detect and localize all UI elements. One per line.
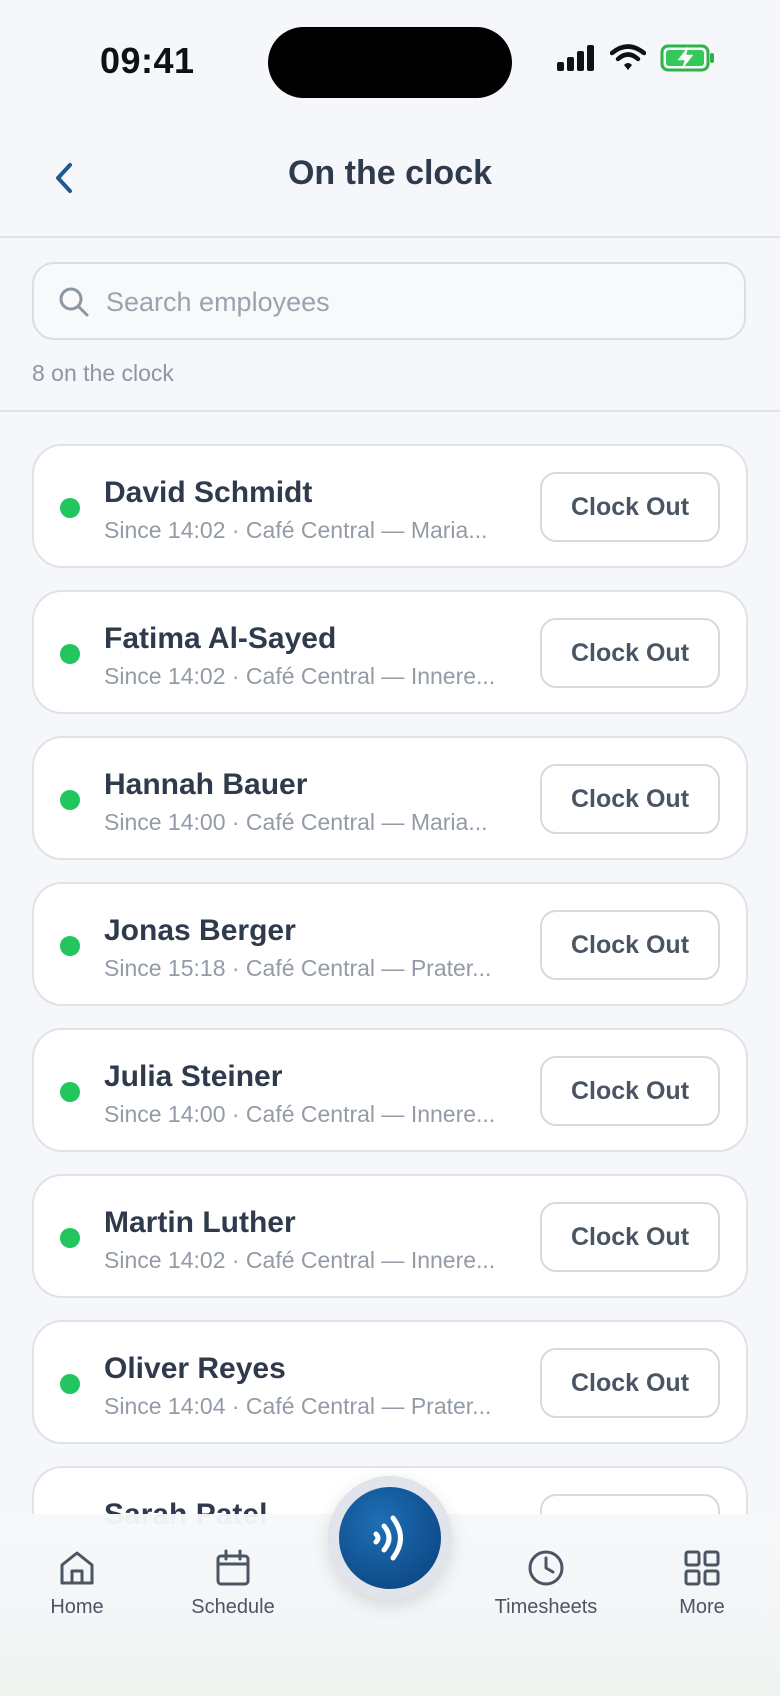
tab-timesheets[interactable]: Timesheets: [481, 1548, 611, 1619]
active-status-dot: [60, 498, 80, 518]
search-box[interactable]: [32, 262, 746, 340]
employee-list: David Schmidt Since 14:02 · Café Central…: [32, 444, 748, 1548]
active-status-dot: [60, 644, 80, 664]
employee-name: Hannah Bauer: [104, 768, 308, 801]
clock-icon: [528, 1550, 564, 1586]
dynamic-island: [268, 27, 512, 98]
clock-out-button[interactable]: Clock Out: [540, 1056, 720, 1126]
tab-label: Schedule: [191, 1596, 275, 1618]
employee-name: Fatima Al-Sayed: [104, 622, 337, 655]
employee-name: Oliver Reyes: [104, 1352, 286, 1385]
employee-shift-info: Since 14:02 · Café Central — Maria...: [104, 517, 488, 543]
tab-schedule[interactable]: Schedule: [168, 1548, 298, 1619]
status-bar: 09:41: [0, 0, 780, 120]
nfc-icon: [373, 1515, 403, 1561]
search-icon: [59, 287, 89, 317]
status-icons: [556, 44, 716, 72]
tab-label: More: [679, 1596, 725, 1618]
employee-card[interactable]: Hannah Bauer Since 14:00 · Café Central …: [32, 736, 748, 860]
tab-more[interactable]: More: [637, 1548, 767, 1619]
employee-shift-info: Since 14:00 · Café Central — Innere...: [104, 1101, 496, 1127]
active-status-dot: [60, 1374, 80, 1394]
clock-out-button[interactable]: Clock Out: [540, 910, 720, 980]
employee-name: David Schmidt: [104, 476, 313, 509]
calendar-icon: [216, 1549, 250, 1586]
status-time: 09:41: [100, 40, 195, 81]
employee-shift-info: Since 14:04 · Café Central — Prater...: [104, 1393, 492, 1419]
header: On the clock: [0, 120, 780, 238]
employee-card[interactable]: Martin Luther Since 14:02 · Café Central…: [32, 1174, 748, 1298]
employee-name: Julia Steiner: [104, 1060, 283, 1093]
employee-card[interactable]: Jonas Berger Since 15:18 · Café Central …: [32, 882, 748, 1006]
signal-icon: [557, 45, 594, 71]
employee-card[interactable]: Fatima Al-Sayed Since 14:02 · Café Centr…: [32, 590, 748, 714]
tab-label: Timesheets: [494, 1596, 598, 1618]
employee-card[interactable]: Oliver Reyes Since 14:04 · Café Central …: [32, 1320, 748, 1444]
tab-home[interactable]: Home: [12, 1548, 142, 1619]
employee-name: Martin Luther: [104, 1206, 296, 1239]
search-input[interactable]: [104, 276, 728, 328]
employee-name: Jonas Berger: [104, 914, 296, 947]
page-title: On the clock: [287, 154, 493, 192]
clock-out-button[interactable]: Clock Out: [540, 1202, 720, 1272]
clock-out-button[interactable]: Clock Out: [540, 764, 720, 834]
on-clock-count: 8 on the clock: [32, 360, 174, 386]
employee-shift-info: Since 14:02 · Café Central — Innere...: [104, 1247, 496, 1273]
active-status-dot: [60, 1228, 80, 1248]
grid-icon: [684, 1550, 720, 1586]
employee-card[interactable]: Julia Steiner Since 14:00 · Café Central…: [32, 1028, 748, 1152]
active-status-dot: [60, 790, 80, 810]
employee-shift-info: Since 15:18 · Café Central — Prater...: [104, 955, 492, 981]
clock-out-button[interactable]: Clock Out: [540, 472, 720, 542]
employee-card[interactable]: David Schmidt Since 14:02 · Café Central…: [32, 444, 748, 568]
active-status-dot: [60, 1082, 80, 1102]
clock-out-button[interactable]: Clock Out: [540, 618, 720, 688]
battery-charging-icon: [660, 44, 714, 72]
search-section: 8 on the clock: [0, 238, 780, 412]
active-status-dot: [60, 936, 80, 956]
wifi-icon: [610, 44, 646, 70]
employee-shift-info: Since 14:02 · Café Central — Innere...: [104, 663, 496, 689]
home-icon: [60, 1551, 94, 1585]
tab-label: Home: [50, 1596, 104, 1618]
nfc-clock-button[interactable]: [339, 1487, 441, 1589]
employee-shift-info: Since 14:00 · Café Central — Maria...: [104, 809, 488, 835]
clock-out-button[interactable]: Clock Out: [540, 1348, 720, 1418]
